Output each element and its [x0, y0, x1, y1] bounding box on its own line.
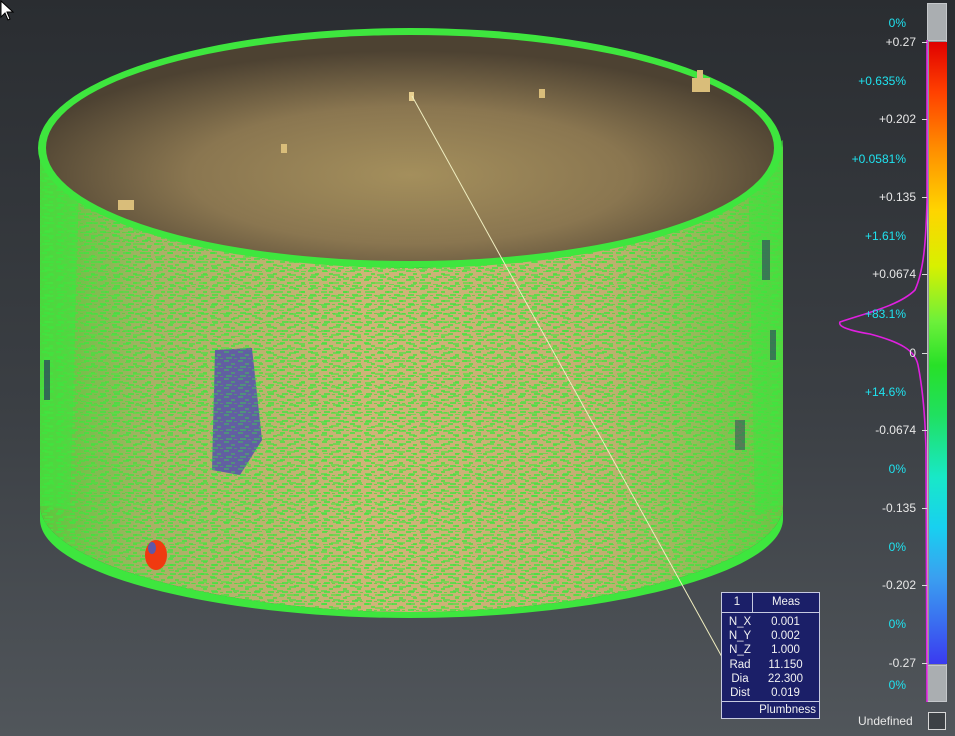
- measurement-header: 1 Meas: [722, 593, 819, 613]
- measurement-key: N_X: [728, 616, 752, 628]
- measurement-index: 1: [722, 593, 753, 612]
- scale-percent-label: +1.61%: [864, 229, 906, 243]
- measurement-value: 22.300: [767, 672, 804, 685]
- measurement-key: Dist: [730, 686, 750, 699]
- tank-point-cloud: [38, 28, 783, 658]
- measurement-value: 11.150: [768, 658, 803, 671]
- tank-roof: [46, 35, 774, 261]
- undefined-color-swatch[interactable]: [928, 712, 946, 730]
- scale-value-label: +0.135: [878, 190, 916, 204]
- scale-percent-label: 0%: [888, 540, 906, 554]
- tick-mark: [922, 353, 927, 354]
- measurement-value: 0.019: [771, 686, 800, 699]
- scale-value-label: -0.202: [881, 578, 916, 592]
- measurement-footer: Plumbness: [722, 701, 819, 718]
- scale-value-label: +0.202: [878, 112, 916, 126]
- measurement-key: N_Z: [729, 644, 751, 657]
- measurement-title: Meas: [771, 596, 801, 608]
- nozzle-hotspot: [145, 540, 167, 570]
- roof-fitting: [281, 144, 287, 153]
- color-scale-gradient: [929, 42, 947, 664]
- scale-percent-label: 0%: [888, 617, 906, 631]
- measurement-row: Dia 22.300: [722, 672, 819, 686]
- measurement-row: N_Y 0.002: [722, 629, 819, 643]
- roof-fitting: [539, 89, 545, 98]
- tick-mark: [922, 508, 927, 509]
- mouse-cursor-icon: [0, 0, 15, 21]
- tick-mark: [922, 274, 927, 275]
- roof-fitting: [692, 78, 710, 92]
- color-scale-lower-handle[interactable]: [927, 665, 947, 702]
- scale-percent-label: +0.635%: [858, 74, 906, 88]
- scale-value-label: +0.0674: [872, 267, 916, 281]
- scale-percent-label: +83.1%: [864, 307, 906, 321]
- 3d-viewport[interactable]: [0, 0, 830, 736]
- tick-mark: [922, 42, 927, 43]
- scale-value-label: -0.27: [888, 656, 916, 670]
- measurement-value: 0.001: [771, 616, 800, 628]
- measurement-row: Rad 11.150: [722, 658, 819, 672]
- measurement-value: 1.000: [771, 644, 800, 657]
- scale-percent-label: +14.6%: [864, 385, 906, 399]
- roof-fitting: [409, 92, 414, 101]
- measurement-key: N_Y: [728, 630, 752, 643]
- scale-percent-label: +0.0581%: [851, 152, 906, 166]
- tick-mark: [922, 430, 927, 431]
- tick-mark: [922, 663, 927, 664]
- scale-percent-label: 0%: [888, 678, 906, 692]
- measurement-panel[interactable]: 1 Meas N_X 0.001 N_Y 0.002 N_Z 1.000 Rad 11.…: [721, 592, 820, 720]
- color-scale-upper-handle[interactable]: [927, 3, 947, 41]
- tick-mark: [922, 197, 927, 198]
- measurement-key: Dia: [731, 672, 749, 685]
- measurement-key: Rad: [729, 658, 751, 671]
- scale-value-label: -0.0674: [875, 423, 916, 437]
- measurement-row: N_Z 1.000: [722, 643, 819, 657]
- measurement-row: Dist 0.019: [722, 686, 819, 700]
- scale-percent-label: 0%: [888, 16, 906, 30]
- scale-value-label: 0: [909, 346, 916, 360]
- measurement-value: 0.002: [771, 630, 800, 643]
- scale-value-label: +0.27: [885, 35, 916, 49]
- tick-mark: [922, 119, 927, 120]
- undefined-label: Undefined: [858, 714, 913, 728]
- roof-fitting: [118, 200, 134, 210]
- measurement-row: N_X 0.001: [722, 615, 819, 629]
- tick-mark: [922, 585, 927, 586]
- scale-value-label: -0.135: [881, 501, 916, 515]
- scale-percent-label: 0%: [888, 462, 906, 476]
